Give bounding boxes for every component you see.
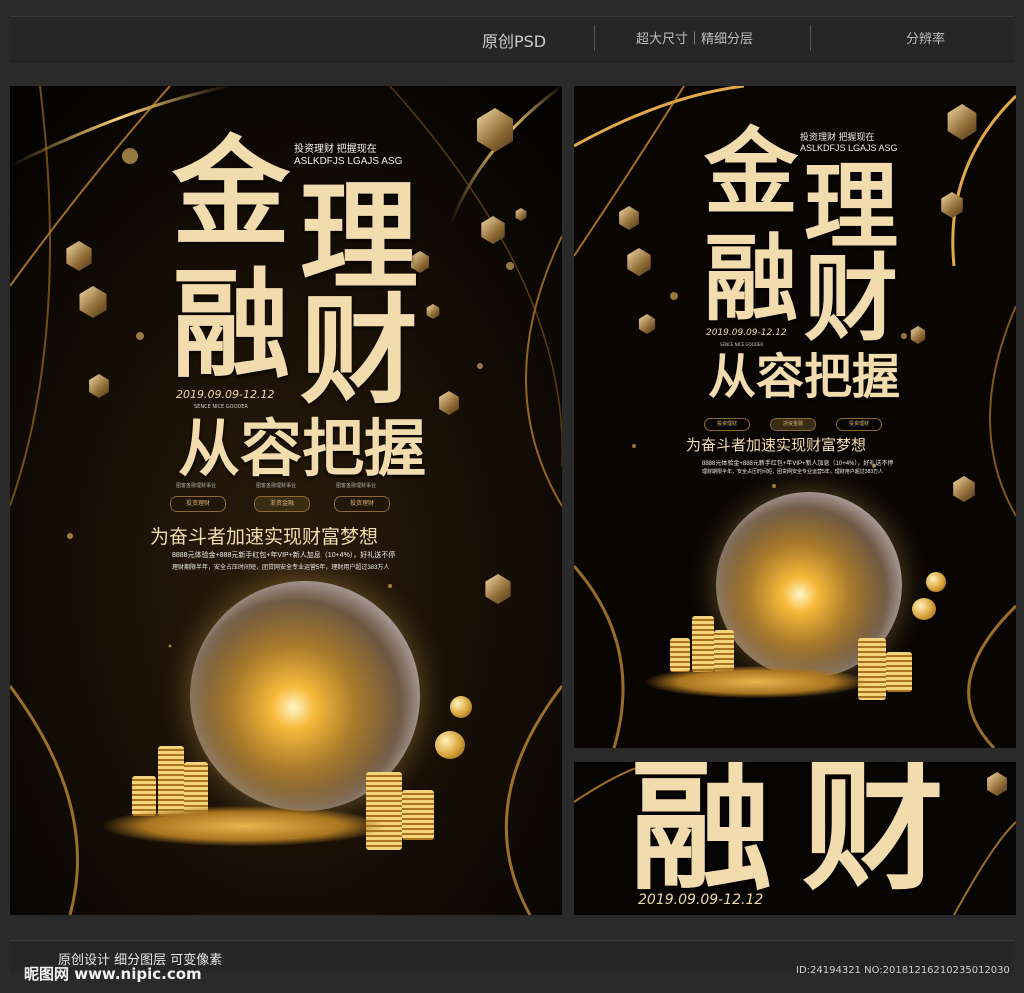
top-info-bar: 原创PSD 超大尺寸｜精细分层 分辨率 bbox=[10, 16, 1014, 62]
invest-button[interactable]: 投资理财 bbox=[836, 418, 882, 431]
coin-stack bbox=[858, 638, 886, 700]
headline: 从容把握 bbox=[178, 412, 427, 485]
pill-caption: 图客金融理财事业 bbox=[256, 483, 297, 489]
invest-button[interactable]: 投资理财 bbox=[170, 496, 226, 512]
since-label: SENCE NICE GOODER bbox=[194, 404, 248, 410]
watermark: 昵图网 www.nipic.com bbox=[24, 965, 202, 983]
resolution-label: 分辨率 bbox=[906, 32, 946, 47]
invest-button[interactable]: 投资理财 bbox=[704, 418, 750, 431]
tagline-en: ASLKDFJS LGAJS ASG bbox=[294, 156, 403, 167]
title-char-cai: 财 bbox=[802, 762, 944, 910]
title-char-rong: 融 bbox=[704, 224, 799, 334]
format-label: 原创PSD bbox=[482, 32, 547, 51]
finance-button[interactable]: 浙资金融 bbox=[770, 418, 816, 431]
promo-text-1: 8888元体验金+888元新手红包+年VIP+新人加息（10+4%），好礼送不停 bbox=[702, 461, 894, 467]
footer-bar: 原创设计 细分图层 可变像素 昵图网 www.nipic.com ID:2419… bbox=[10, 940, 1014, 983]
title-char-li: 理 bbox=[804, 152, 899, 262]
title-char-rong: 融 bbox=[630, 762, 772, 910]
invest-button[interactable]: 投资理财 bbox=[334, 496, 390, 512]
pill-caption: 图客金融理财事业 bbox=[336, 483, 377, 489]
poster-main: 投资理财 把握现在 ASLKDFJS LGAJS ASG 金 理 融 财 201… bbox=[10, 86, 562, 915]
tagline-cn: 投资理财 把握现在 bbox=[800, 132, 875, 142]
coin-stack bbox=[402, 790, 434, 840]
title-char-li: 理 bbox=[300, 167, 419, 306]
title-char-rong: 融 bbox=[172, 255, 291, 394]
coin-icon bbox=[450, 696, 472, 718]
image-id: ID:24194321 NO:20181216210235012030 bbox=[796, 965, 1010, 976]
coin-stack bbox=[670, 638, 690, 672]
finance-button[interactable]: 浙资金融 bbox=[254, 496, 310, 512]
date-range: 2019.09.09-12.12 bbox=[176, 388, 275, 401]
promo-text-2: 理财期限半年，安全占压时间短，团贷网安全专业运营5年，理财用户超过383万人 bbox=[172, 565, 390, 571]
promo-text-1: 8888元体验金+888元新手红包+年VIP+新人加息（10+4%），好礼送不停 bbox=[172, 552, 396, 559]
divider bbox=[810, 25, 811, 51]
title-char-cai: 财 bbox=[300, 281, 419, 420]
promo-text-2: 理财期限半年，安全占压时间短，团贷网安全专业运营5年，理财用户超过383万人 bbox=[702, 469, 884, 475]
coin-stack bbox=[692, 616, 714, 672]
coin-pile bbox=[646, 666, 866, 698]
since-label: SENCE NICE GOODER bbox=[720, 342, 764, 347]
title-char-cai: 财 bbox=[804, 244, 899, 354]
features-label: 超大尺寸｜精细分层 bbox=[636, 32, 754, 47]
pill-caption: 图客金融理财事业 bbox=[176, 483, 217, 489]
slogan: 为奋斗者加速实现财富梦想 bbox=[686, 436, 867, 454]
title-char-jin: 金 bbox=[172, 123, 291, 262]
slogan: 为奋斗者加速实现财富梦想 bbox=[150, 526, 379, 548]
date-range: 2019.09.09-12.12 bbox=[706, 328, 787, 338]
coin-stack bbox=[366, 772, 402, 850]
poster-preview: 投资理财 把握现在 ASLKDFJS LGAJS ASG 金 理 融 财 201… bbox=[574, 86, 1016, 748]
detail-crop: 融 财 2019.09.09-12.12 bbox=[574, 762, 1016, 915]
coin-stack bbox=[158, 746, 184, 816]
coin-icon bbox=[912, 598, 936, 620]
coin-pile bbox=[104, 806, 384, 846]
title-char-jin: 金 bbox=[704, 118, 799, 228]
date-range: 2019.09.09-12.12 bbox=[638, 892, 764, 908]
divider bbox=[594, 25, 595, 51]
headline: 从容把握 bbox=[708, 349, 901, 405]
tagline-cn: 投资理财 把握现在 bbox=[294, 144, 377, 155]
coin-icon bbox=[435, 731, 465, 759]
coin-stack bbox=[886, 652, 912, 692]
coin-icon bbox=[926, 572, 946, 592]
